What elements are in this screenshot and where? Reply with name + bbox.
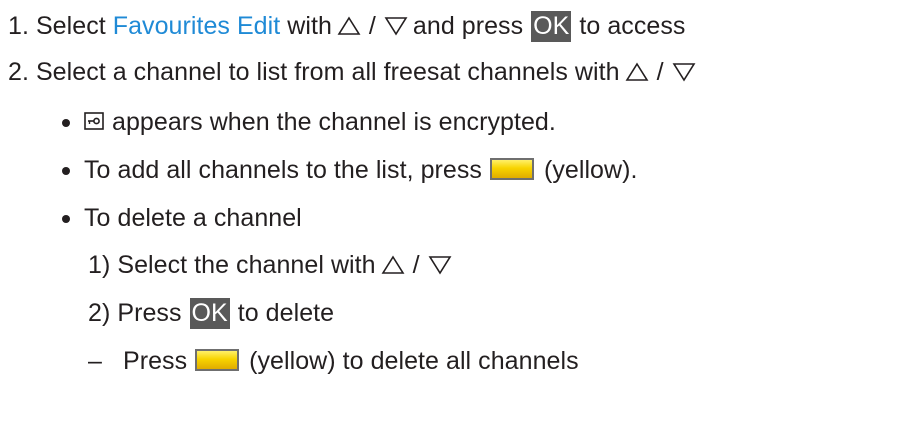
bullet-add-all: To add all channels to the list, press (… [62, 150, 638, 190]
step-text: to access [579, 11, 686, 40]
instructions-page: 1. Select Favourites Edit with / and pre… [0, 0, 902, 441]
up-triangle-icon [625, 62, 649, 81]
step-text: with [287, 11, 332, 40]
favourites-edit-link[interactable]: Favourites Edit [113, 12, 281, 41]
bullet-text: To add all channels to the list, press [84, 155, 482, 184]
bullet-delete: To delete a channel [62, 198, 302, 238]
sub-step-text: to delete [237, 298, 335, 327]
separator: / [412, 250, 420, 279]
bullet-text: appears when the channel is encrypted. [112, 107, 556, 136]
bullet-dot [62, 215, 70, 223]
dash-marker: – [88, 346, 102, 375]
yellow-button-icon [195, 349, 240, 371]
encrypted-lock-icon [84, 112, 104, 130]
sub-step-text: Press [117, 298, 182, 327]
bullet-text: To delete a channel [84, 203, 302, 232]
bullet-dot [62, 119, 70, 127]
step-text: Select [35, 11, 106, 40]
bullet-dot [62, 167, 70, 175]
step-text: and press [412, 11, 524, 40]
step-2: 2. Select a channel to list from all fre… [8, 52, 696, 92]
sub-step-text: Select the channel with [117, 250, 376, 279]
up-triangle-icon [337, 16, 361, 35]
sub-step-2: 2) Press OK to delete [88, 293, 334, 333]
dash-text: (yellow) to delete all channels [249, 346, 579, 375]
down-triangle-icon [384, 17, 408, 36]
dash-text: Press [122, 346, 188, 375]
down-triangle-icon [428, 256, 452, 275]
dash-item-delete-all: – Press (yellow) to delete all channels [88, 341, 579, 381]
yellow-button-icon [489, 158, 534, 180]
bullet-text: (yellow). [543, 155, 638, 184]
sub-step-number: 1) [88, 250, 111, 279]
separator: / [368, 11, 376, 40]
bullet-encrypted: appears when the channel is encrypted. [62, 102, 556, 142]
down-triangle-icon [672, 63, 696, 82]
ok-key-label: OK [189, 297, 230, 329]
up-triangle-icon [381, 255, 405, 274]
sub-step-number: 2) [88, 298, 111, 327]
sub-step-1: 1) Select the channel with / [88, 245, 457, 285]
step-1: 1. Select Favourites Edit with / and pre… [8, 6, 685, 46]
step-number: 2. [8, 57, 29, 86]
step-text: Select a channel to list from all freesa… [35, 57, 620, 86]
ok-key-label: OK [531, 10, 572, 42]
separator: / [656, 57, 664, 86]
step-number: 1. [8, 11, 29, 40]
